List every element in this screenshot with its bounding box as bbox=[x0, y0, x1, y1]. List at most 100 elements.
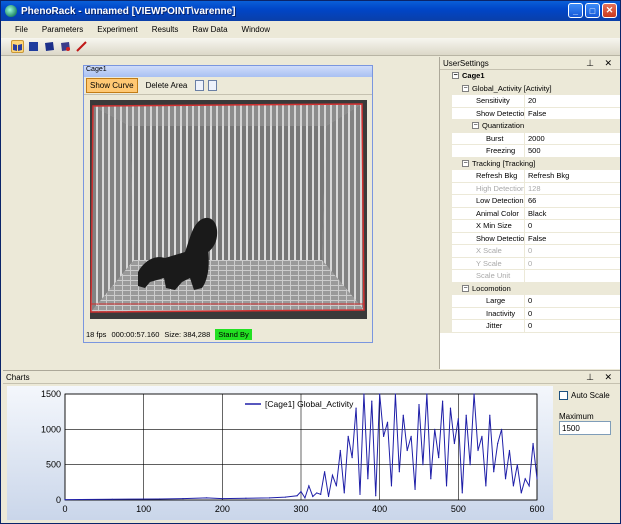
size-readout: Size: 384,288 bbox=[164, 329, 211, 339]
property-value[interactable]: 0 bbox=[524, 320, 620, 332]
row-gutter bbox=[440, 145, 452, 157]
data-point bbox=[327, 495, 330, 498]
property-value[interactable]: False bbox=[524, 232, 620, 244]
show-curve-button[interactable]: Show Curve bbox=[86, 78, 138, 93]
property-row[interactable]: Sensitivity 20 bbox=[440, 95, 620, 108]
property-row[interactable]: Freezing 500 bbox=[440, 145, 620, 158]
category-label: Cage1 bbox=[462, 71, 485, 81]
paste-icon[interactable] bbox=[208, 80, 218, 91]
property-category[interactable]: − Quantization bbox=[440, 120, 620, 133]
property-name: − Locomotion bbox=[452, 284, 511, 293]
category-label: Tracking [Tracking] bbox=[472, 158, 536, 168]
property-value[interactable]: 500 bbox=[524, 145, 620, 157]
property-row[interactable]: Low Detection ...66 bbox=[440, 195, 620, 208]
status-badge: Stand By bbox=[215, 328, 252, 340]
property-category[interactable]: − Global_Activity [Activity] bbox=[440, 82, 620, 95]
property-row[interactable]: Animal Color Black bbox=[440, 207, 620, 220]
property-value[interactable]: 0 bbox=[524, 295, 620, 307]
property-value[interactable]: 20 bbox=[524, 95, 620, 107]
property-name: X Min Size bbox=[476, 221, 512, 231]
data-point bbox=[221, 497, 223, 500]
data-point bbox=[469, 464, 471, 466]
property-row[interactable]: Burst 2000 bbox=[440, 132, 620, 145]
property-category[interactable]: − Cage1 bbox=[440, 70, 620, 83]
property-value[interactable]: 128 bbox=[524, 182, 620, 194]
charts-panel: Charts ⊥ ✕ 0 100 200 300 400 500 600 0 500 1000 15… bbox=[3, 370, 620, 523]
property-value[interactable]: 0 bbox=[524, 220, 620, 232]
record-book-icon[interactable] bbox=[59, 40, 72, 53]
user-settings-title: UserSettings bbox=[443, 58, 489, 68]
cage-window: Cage1 Show Curve Delete Area 18 fps 000:… bbox=[83, 65, 373, 343]
property-name: Refresh Bkg bbox=[476, 171, 518, 181]
data-point bbox=[355, 407, 357, 409]
row-gutter bbox=[440, 207, 452, 219]
row-gutter bbox=[440, 270, 452, 282]
charts-pin-close-icons[interactable]: ⊥ ✕ bbox=[586, 372, 616, 383]
property-value[interactable]: 66 bbox=[524, 195, 620, 207]
property-value[interactable]: Refresh Bkg bbox=[524, 170, 620, 182]
data-point bbox=[206, 497, 208, 499]
charts-header: Charts ⊥ ✕ bbox=[3, 371, 620, 384]
property-value[interactable]: Black bbox=[524, 207, 620, 219]
collapse-icon[interactable]: − bbox=[462, 84, 469, 92]
property-row[interactable]: Scale Unit bbox=[440, 270, 620, 283]
property-row[interactable]: Refresh Bkg Refresh Bkg bbox=[440, 170, 620, 183]
data-point bbox=[410, 435, 412, 437]
open-book-icon[interactable] bbox=[11, 40, 24, 53]
property-value[interactable]: False bbox=[524, 107, 620, 119]
property-category[interactable]: − Locomotion bbox=[440, 282, 620, 295]
property-value[interactable] bbox=[524, 270, 620, 282]
title-bar[interactable]: PhenoRack - unnamed [VIEWPOINT\varenne] … bbox=[1, 1, 620, 21]
collapse-icon[interactable]: − bbox=[452, 72, 459, 80]
property-name: − Cage1 bbox=[452, 71, 485, 80]
auto-scale-checkbox[interactable] bbox=[559, 391, 568, 400]
minimize-button[interactable]: _ bbox=[568, 3, 583, 18]
data-point bbox=[394, 393, 396, 395]
data-point bbox=[536, 478, 538, 480]
property-row[interactable]: Show Detection False bbox=[440, 107, 620, 120]
data-point bbox=[489, 414, 491, 416]
pin-close-icons[interactable]: ⊥ ✕ bbox=[586, 58, 616, 69]
draw-line-icon[interactable] bbox=[75, 40, 88, 53]
maximum-input[interactable] bbox=[559, 421, 611, 435]
close-button[interactable]: ✕ bbox=[602, 3, 617, 18]
copy-icon[interactable] bbox=[195, 80, 205, 91]
collapse-icon[interactable]: − bbox=[462, 159, 469, 167]
menu-raw-data[interactable]: Raw Data bbox=[192, 25, 227, 34]
book-icon[interactable] bbox=[43, 40, 56, 53]
data-point bbox=[516, 464, 518, 466]
property-category[interactable]: − Tracking [Tracking] bbox=[440, 157, 620, 170]
user-settings-header: UserSettings ⊥ ✕ bbox=[440, 57, 620, 70]
menu-experiment[interactable]: Experiment bbox=[97, 25, 137, 34]
property-row[interactable]: Jitter 0 bbox=[440, 320, 620, 333]
row-gutter bbox=[440, 195, 452, 207]
collapse-icon[interactable]: − bbox=[462, 284, 469, 292]
collapse-icon[interactable]: − bbox=[472, 122, 479, 130]
property-row[interactable]: High Detection ...128 bbox=[440, 182, 620, 195]
x-tick-label: 200 bbox=[215, 504, 230, 514]
video-feed[interactable] bbox=[90, 100, 367, 319]
stop-icon[interactable] bbox=[27, 40, 40, 53]
property-row[interactable]: Large 0 bbox=[440, 295, 620, 308]
delete-area-button[interactable]: Delete Area bbox=[142, 78, 192, 93]
menu-window[interactable]: Window bbox=[242, 25, 270, 34]
menu-file[interactable]: File bbox=[15, 25, 28, 34]
property-value[interactable]: 0 bbox=[524, 257, 620, 269]
x-tick-label: 400 bbox=[372, 504, 387, 514]
workspace: Cage1 Show Curve Delete Area 18 fps 000:… bbox=[3, 57, 437, 369]
data-point bbox=[312, 495, 314, 498]
menu-results[interactable]: Results bbox=[152, 25, 179, 34]
data-point bbox=[304, 497, 306, 499]
menu-parameters[interactable]: Parameters bbox=[42, 25, 83, 34]
property-value[interactable]: 2000 bbox=[524, 132, 620, 144]
property-row[interactable]: Y Scale 0 bbox=[440, 257, 620, 270]
data-point bbox=[445, 485, 448, 487]
property-row[interactable]: X Scale 0 bbox=[440, 245, 620, 258]
property-value[interactable]: 0 bbox=[524, 307, 620, 319]
property-value[interactable]: 0 bbox=[524, 245, 620, 257]
property-row[interactable]: X Min Size 0 bbox=[440, 220, 620, 233]
data-point bbox=[504, 478, 507, 480]
maximize-button[interactable]: □ bbox=[585, 3, 600, 18]
property-row[interactable]: Show Detection False bbox=[440, 232, 620, 245]
property-row[interactable]: Inactivity 0 bbox=[440, 307, 620, 320]
